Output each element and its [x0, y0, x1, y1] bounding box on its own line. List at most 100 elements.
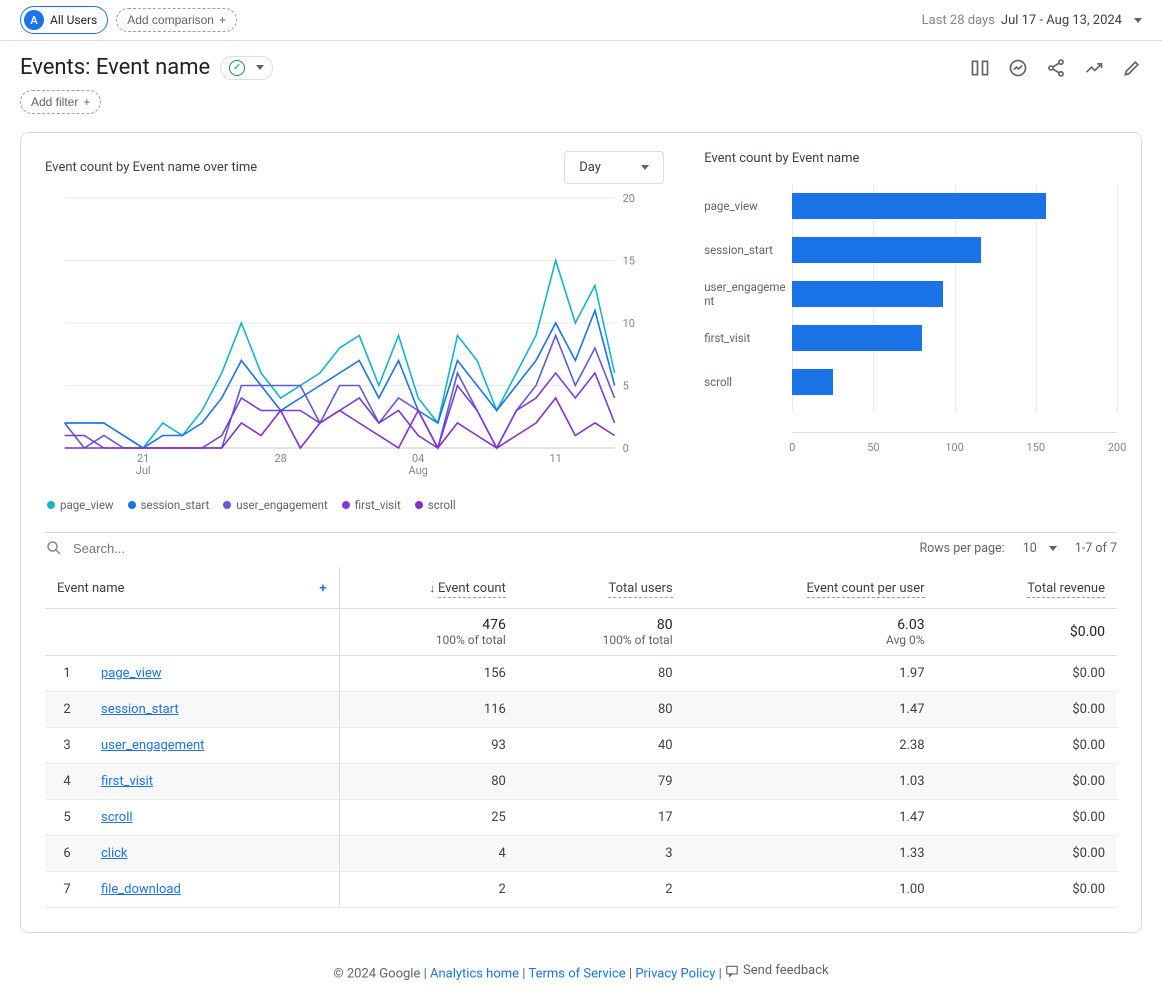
svg-text:10: 10 — [623, 317, 635, 330]
bar-fill — [792, 193, 1045, 219]
pager-range: 1-7 of 7 — [1075, 541, 1117, 556]
cell-event-count: 2 — [339, 872, 518, 908]
th-revenue[interactable]: Total revenue — [937, 567, 1117, 609]
cell-per-user: 1.03 — [685, 764, 937, 800]
table-row: 1page_view156801.97$0.00 — [45, 656, 1117, 692]
time-unit-value: Day — [579, 160, 601, 175]
event-name-link[interactable]: scroll — [89, 800, 339, 836]
row-index: 7 — [45, 872, 89, 908]
search-input[interactable] — [73, 541, 273, 556]
bar-label: first_visit — [704, 331, 792, 345]
th-event-name[interactable]: Event name + — [45, 567, 339, 609]
topbar-left: A All Users Add comparison + — [20, 6, 237, 34]
rows-per-page-value: 10 — [1023, 541, 1037, 556]
edit-icon[interactable] — [1122, 58, 1142, 78]
th-per-user[interactable]: Event count per user — [685, 567, 937, 609]
cell-per-user: 1.47 — [685, 692, 937, 728]
cell-total-users: 2 — [518, 872, 685, 908]
bar-fill — [792, 281, 943, 307]
chevron-down-icon — [1134, 18, 1142, 23]
cell-event-count: 25 — [339, 800, 518, 836]
chevron-down-icon — [641, 165, 649, 170]
table-section: Rows per page: 10 1-7 of 7 Event name + — [45, 532, 1117, 908]
title-row: Events: Event name ✓ — [0, 41, 1162, 84]
cell-total-users: 40 — [518, 728, 685, 764]
bar-track — [792, 369, 1117, 395]
event-name-link[interactable]: user_engagement — [89, 728, 339, 764]
share-icon[interactable] — [1046, 58, 1066, 78]
line-chart-title: Event count by Event name over time — [45, 160, 257, 175]
svg-text:Aug: Aug — [408, 464, 427, 477]
status-chip[interactable]: ✓ — [220, 56, 273, 80]
cell-total-users: 3 — [518, 836, 685, 872]
event-name-link[interactable]: first_visit — [89, 764, 339, 800]
bar-track — [792, 325, 1117, 351]
bar-label: page_view — [704, 199, 792, 213]
add-dimension-icon[interactable]: + — [319, 581, 326, 596]
bar-fill — [792, 369, 833, 395]
legend-item[interactable]: first_visit — [342, 498, 401, 512]
chevron-down-icon — [256, 65, 264, 70]
cell-per-user: 1.00 — [685, 872, 937, 908]
plus-icon: + — [83, 95, 90, 109]
report-card: Event count by Event name over time Day … — [20, 132, 1142, 933]
bar-fill — [792, 237, 980, 263]
bar-fill — [792, 325, 922, 351]
cell-per-user: 2.38 — [685, 728, 937, 764]
segment-pill-label: All Users — [50, 13, 97, 27]
cell-event-count: 80 — [339, 764, 518, 800]
th-event-count[interactable]: ↓Event count — [339, 567, 518, 609]
date-range-picker[interactable]: Last 28 days Jul 17 - Aug 13, 2024 — [922, 13, 1142, 28]
legend-item[interactable]: user_engagement — [223, 498, 327, 512]
legend-item[interactable]: session_start — [128, 498, 210, 512]
footer-link-tos[interactable]: Terms of Service — [528, 967, 625, 982]
rows-per-page-select[interactable]: 10 — [1023, 541, 1057, 556]
time-unit-select[interactable]: Day — [564, 151, 664, 184]
total-revenue: $0.00 — [937, 609, 1117, 656]
compare-icon[interactable] — [970, 58, 990, 78]
bar-label: session_start — [704, 243, 792, 257]
segment-pill-all-users[interactable]: A All Users — [20, 6, 108, 34]
cell-total-users: 17 — [518, 800, 685, 836]
events-table: Event name + ↓Event count Total users Ev… — [45, 567, 1117, 908]
row-index: 5 — [45, 800, 89, 836]
total-users: 80100% of total — [518, 609, 685, 656]
event-name-link[interactable]: click — [89, 836, 339, 872]
legend-item[interactable]: scroll — [415, 498, 456, 512]
add-comparison-button[interactable]: Add comparison + — [116, 8, 237, 32]
svg-text:0: 0 — [623, 442, 629, 455]
segment-badge-letter: A — [24, 10, 44, 30]
add-filter-button[interactable]: Add filter + — [20, 90, 101, 114]
th-total-users[interactable]: Total users — [518, 567, 685, 609]
table-row: 6click431.33$0.00 — [45, 836, 1117, 872]
event-name-link[interactable]: page_view — [89, 656, 339, 692]
bar-label: user_engagement — [704, 280, 792, 308]
event-name-link[interactable]: session_start — [89, 692, 339, 728]
cell-revenue: $0.00 — [937, 800, 1117, 836]
date-range-prefix: Last 28 days — [922, 13, 995, 28]
insights-icon[interactable] — [1008, 58, 1028, 78]
footer-copyright: © 2024 Google — [333, 967, 420, 982]
bar-chart-title: Event count by Event name — [704, 151, 1117, 166]
bar-label: scroll — [704, 375, 792, 389]
row-index: 6 — [45, 836, 89, 872]
cell-revenue: $0.00 — [937, 764, 1117, 800]
event-name-link[interactable]: file_download — [89, 872, 339, 908]
svg-text:20: 20 — [623, 192, 635, 205]
rows-per-page-label: Rows per page: — [919, 541, 1004, 556]
table-row: 3user_engagement93402.38$0.00 — [45, 728, 1117, 764]
cell-per-user: 1.33 — [685, 836, 937, 872]
legend-item[interactable]: page_view — [47, 498, 114, 512]
chevron-down-icon — [1049, 546, 1057, 551]
cell-total-users: 80 — [518, 692, 685, 728]
topbar: A All Users Add comparison + Last 28 day… — [0, 0, 1162, 41]
bar-track — [792, 281, 1117, 307]
plus-icon: + — [219, 13, 226, 27]
table-search[interactable] — [45, 539, 273, 557]
svg-text:28: 28 — [274, 452, 286, 465]
footer-link-analytics-home[interactable]: Analytics home — [430, 967, 519, 982]
total-per-user: 6.03Avg 0% — [685, 609, 937, 656]
bar-track — [792, 237, 1117, 263]
trend-icon[interactable] — [1084, 58, 1104, 78]
footer-link-privacy[interactable]: Privacy Policy — [635, 967, 715, 982]
